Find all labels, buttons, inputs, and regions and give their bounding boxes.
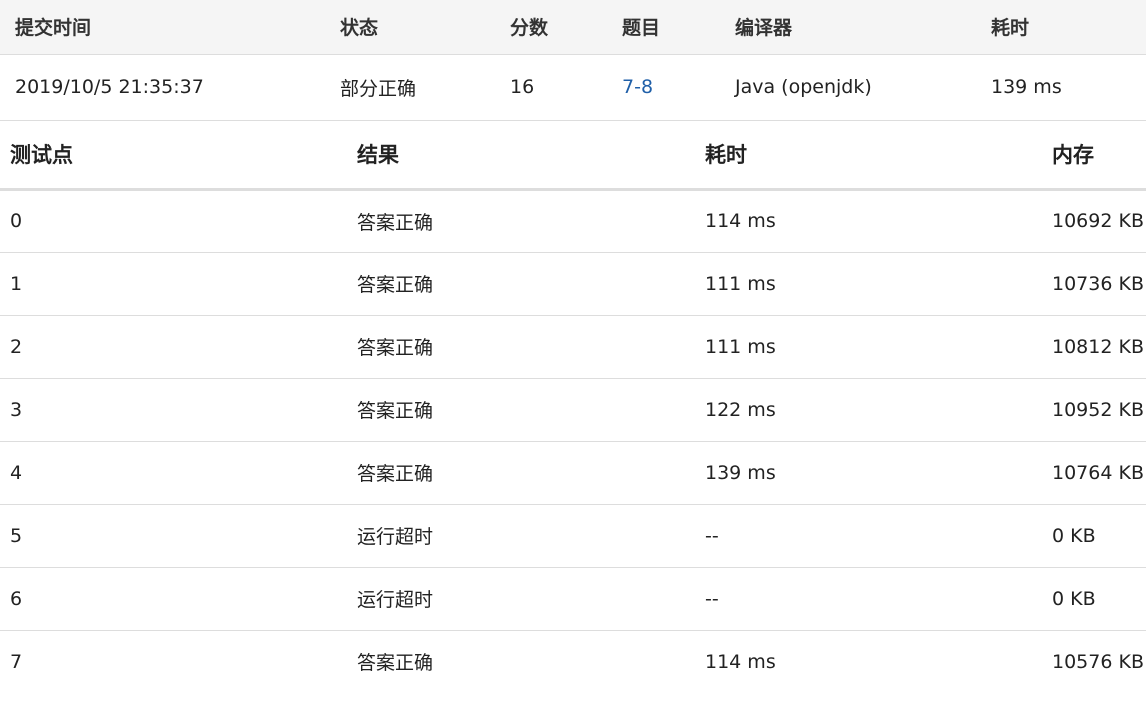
table-row: 2 答案正确 111 ms 10812 KB — [0, 315, 1146, 378]
case-result: 答案正确 — [357, 400, 434, 422]
case-memory: 0 KB — [1052, 524, 1096, 547]
table-row: 4 答案正确 139 ms 10764 KB — [0, 441, 1146, 504]
header-case-time: 耗时 — [705, 143, 747, 168]
submit-time: 2019/10/5 21:35:37 — [15, 76, 204, 98]
case-result: 答案正确 — [357, 652, 434, 675]
case-time: 139 ms — [705, 461, 776, 484]
header-time: 耗时 — [991, 17, 1030, 40]
problem-cell: 7-8 — [607, 54, 720, 120]
case-memory: 0 KB — [1052, 587, 1096, 610]
test-cases-table: 测试点 结果 耗时 内存 0 答案正确 114 ms 10692 KB 1 答案… — [0, 121, 1146, 693]
header-problem: 题目 — [622, 17, 661, 40]
header-compiler: 编译器 — [735, 17, 793, 40]
case-memory: 10576 KB — [1052, 650, 1144, 673]
case-time: 111 ms — [705, 272, 776, 295]
case-id: 1 — [10, 272, 23, 295]
compiler-value: Java (openjdk) — [735, 76, 872, 98]
case-id: 7 — [10, 650, 23, 673]
score-value: 16 — [510, 76, 535, 98]
table-row: 0 答案正确 114 ms 10692 KB — [0, 189, 1146, 252]
case-time: 122 ms — [705, 398, 776, 421]
time-value: 139 ms — [991, 76, 1062, 98]
header-score: 分数 — [510, 17, 549, 40]
case-result: 运行超时 — [357, 526, 434, 548]
table-row: 6 运行超时 -- 0 KB — [0, 567, 1146, 630]
case-id: 5 — [10, 524, 23, 547]
case-time: 114 ms — [705, 210, 776, 232]
summary-header-row: 提交时间 状态 分数 题目 编译器 耗时 — [0, 0, 1146, 54]
case-result: 答案正确 — [357, 337, 434, 359]
status-badge: 部分正确 — [340, 77, 417, 100]
table-row: 3 答案正确 122 ms 10952 KB — [0, 378, 1146, 441]
header-memory: 内存 — [1052, 143, 1094, 168]
header-status: 状态 — [340, 17, 379, 40]
header-case: 测试点 — [10, 143, 73, 168]
case-time: -- — [705, 524, 719, 547]
table-row: 1 答案正确 111 ms 10736 KB — [0, 252, 1146, 315]
case-id: 0 — [10, 210, 23, 232]
case-id: 4 — [10, 461, 23, 484]
case-memory: 10952 KB — [1052, 398, 1144, 421]
case-result: 答案正确 — [357, 463, 434, 485]
case-memory: 10736 KB — [1052, 272, 1144, 295]
header-submit-time: 提交时间 — [15, 17, 92, 40]
case-result: 运行超时 — [357, 589, 434, 611]
case-id: 2 — [10, 335, 23, 358]
case-memory: 10692 KB — [1052, 210, 1144, 232]
header-result: 结果 — [357, 143, 399, 168]
case-time: -- — [705, 587, 719, 610]
case-time: 114 ms — [705, 650, 776, 673]
case-result: 答案正确 — [357, 274, 434, 296]
problem-link[interactable]: 7-8 — [622, 76, 653, 98]
table-row: 5 运行超时 -- 0 KB — [0, 504, 1146, 567]
cases-header-row: 测试点 结果 耗时 内存 — [0, 121, 1146, 189]
submission-summary-table: 提交时间 状态 分数 题目 编译器 耗时 2019/10/5 21:35:37 … — [0, 0, 1146, 121]
case-memory: 10764 KB — [1052, 461, 1144, 484]
case-time: 111 ms — [705, 335, 776, 358]
case-id: 6 — [10, 587, 23, 610]
case-memory: 10812 KB — [1052, 335, 1144, 358]
summary-row: 2019/10/5 21:35:37 部分正确 16 7-8 Java (ope… — [0, 54, 1146, 120]
table-row: 7 答案正确 114 ms 10576 KB — [0, 630, 1146, 693]
case-result: 答案正确 — [357, 211, 434, 234]
case-id: 3 — [10, 398, 23, 421]
